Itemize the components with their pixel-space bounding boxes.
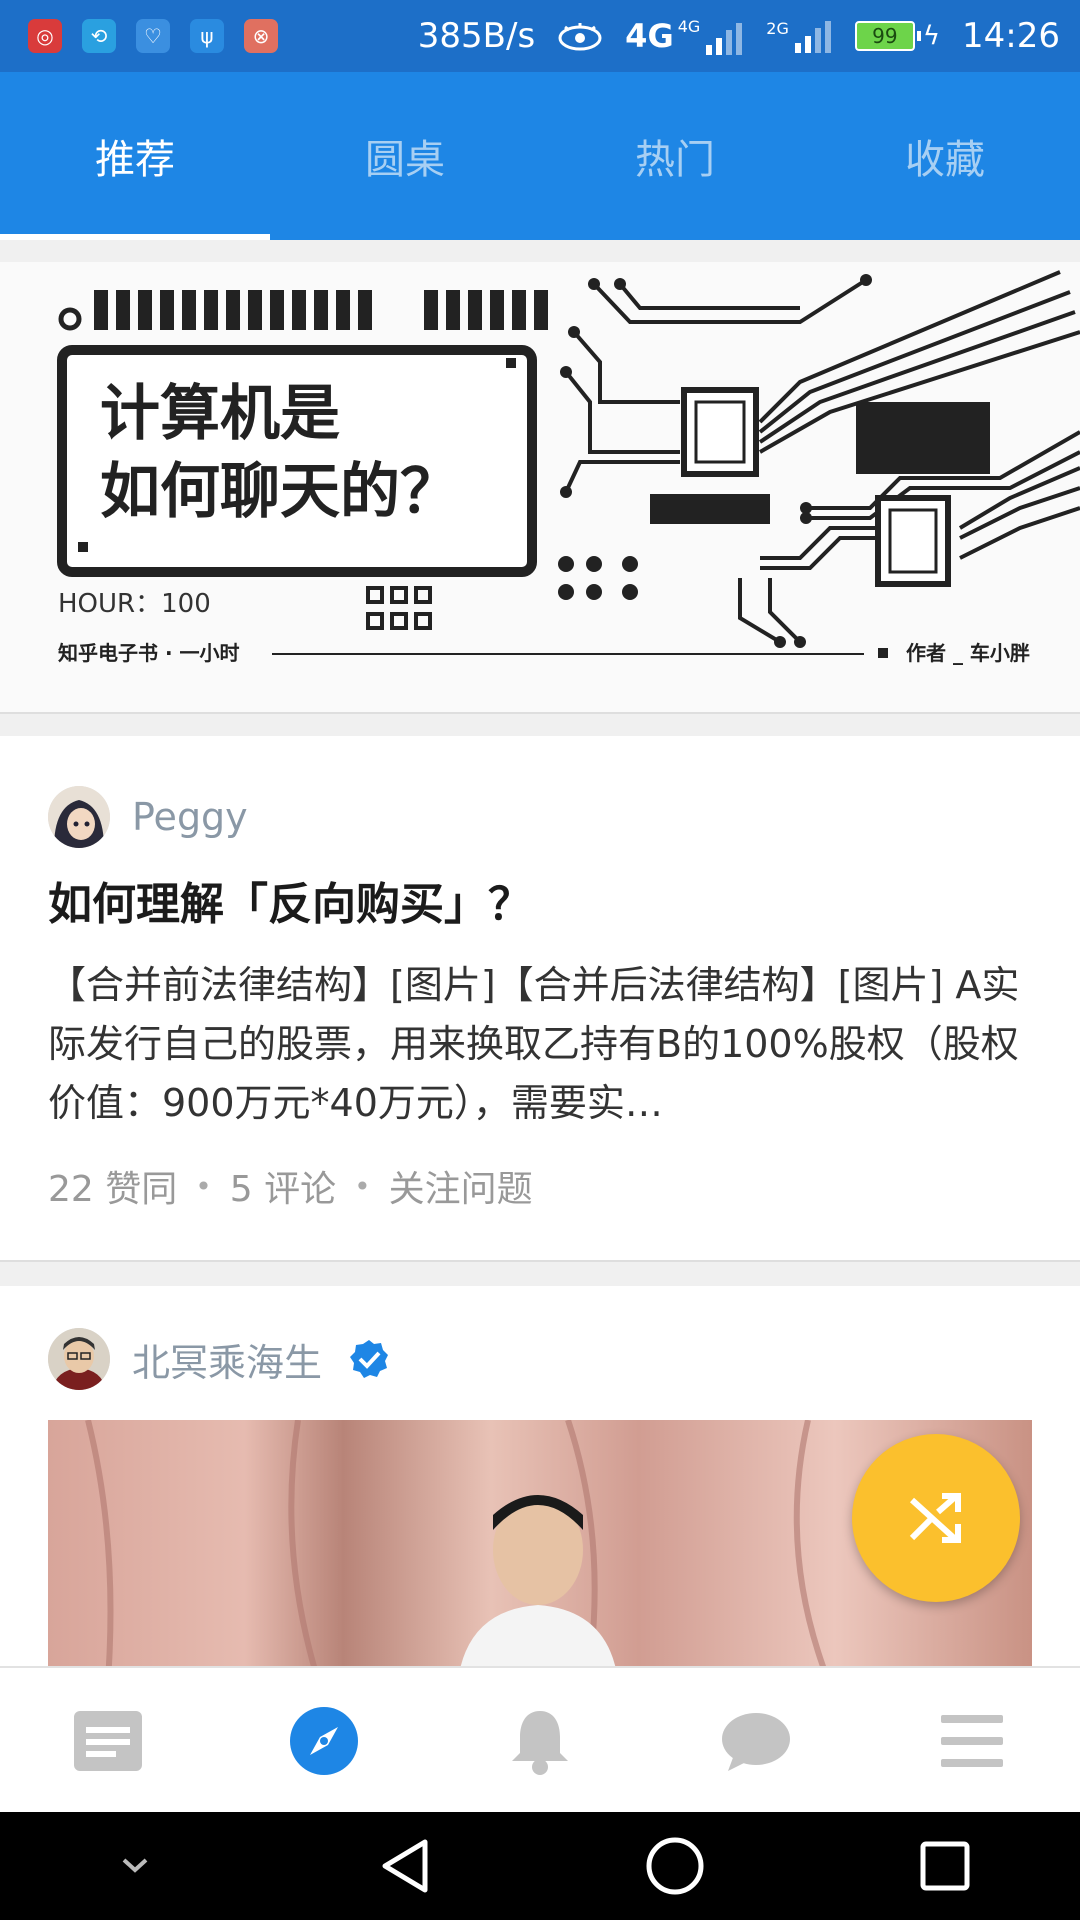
shuffle-icon xyxy=(909,1493,961,1543)
ebook-banner[interactable]: 计算机是 如何聊天的？ HOUR：100 知乎电子书 · 一小时 作者 _ 车小… xyxy=(0,262,1080,714)
like-count: 22 赞同 xyxy=(48,1169,178,1210)
author-name[interactable]: 北冥乘海生 xyxy=(132,1332,322,1387)
author-name[interactable]: Peggy xyxy=(132,795,248,839)
banner-publisher: 知乎电子书 · 一小时 xyxy=(58,641,240,665)
back-button[interactable] xyxy=(345,1816,465,1916)
tab-label: 收藏 xyxy=(905,137,985,183)
sync-icon: ⟲ xyxy=(82,19,116,53)
battery-level: 99 xyxy=(854,21,915,51)
separator-dot: • xyxy=(354,1169,371,1203)
question-title[interactable]: 如何理解「反向购买」？ xyxy=(48,868,532,932)
status-bar: ◎ ⟲ ♡ ψ ⊗ 385B/s 4G 4G 2G 99 ϟ 14:26 xyxy=(0,0,1080,72)
tab-label: 推荐 xyxy=(95,137,175,183)
signal-type-4g-small: 4G xyxy=(677,17,701,36)
battery-icon: 99 ϟ xyxy=(854,21,941,51)
signal-type-4g: 4G xyxy=(625,17,674,55)
card-meta: 22 赞同 • 5 评论 • 关注问题 xyxy=(48,1160,533,1212)
banner-hour: HOUR：100 xyxy=(58,589,211,619)
tab-label: 热门 xyxy=(635,137,715,183)
banner-artwork: 计算机是 如何聊天的？ HOUR：100 知乎电子书 · 一小时 作者 _ 车小… xyxy=(57,270,1080,665)
author-row: 北冥乘海生 xyxy=(48,1328,390,1390)
signal-strength-2-icon xyxy=(794,21,831,53)
nav-menu[interactable] xyxy=(864,1668,1080,1814)
bell-icon xyxy=(512,1711,568,1775)
recents-button[interactable] xyxy=(885,1816,1005,1916)
health-icon: ♡ xyxy=(136,19,170,53)
menu-icon xyxy=(941,1715,1003,1767)
separator-dot: • xyxy=(195,1169,212,1203)
tab-label: 圆桌 xyxy=(365,137,445,183)
home-icon xyxy=(646,1837,704,1895)
home-button[interactable] xyxy=(615,1816,735,1916)
clock: 14:26 xyxy=(962,16,1060,56)
answer-excerpt[interactable]: 【合并前法律结构】[图片]【合并后法律结构】[图片] A实际发行自己的股票，用来… xyxy=(48,956,1038,1133)
avatar[interactable] xyxy=(48,786,110,848)
tab-hot[interactable]: 热门 xyxy=(540,72,810,240)
nav-messages[interactable] xyxy=(648,1668,864,1814)
explore-icon xyxy=(290,1707,358,1775)
random-fab-button[interactable] xyxy=(852,1434,1020,1602)
feed-icon xyxy=(74,1711,142,1771)
nav-feed[interactable] xyxy=(0,1668,216,1814)
signal-strength-icon xyxy=(706,23,743,55)
eye-icon xyxy=(558,23,602,51)
avatar[interactable] xyxy=(48,1328,110,1390)
bottom-navigation xyxy=(0,1666,1080,1814)
chat-icon xyxy=(722,1713,790,1771)
system-navigation-bar xyxy=(0,1812,1080,1920)
author-row: Peggy xyxy=(48,786,248,848)
signal-type-2g: 2G xyxy=(766,19,789,38)
nav-notifications[interactable] xyxy=(432,1668,648,1814)
recents-icon xyxy=(920,1841,970,1891)
top-tab-bar: 推荐 圆桌 热门 收藏 xyxy=(0,72,1080,240)
tab-favorites[interactable]: 收藏 xyxy=(810,72,1080,240)
notification-icons: ◎ ⟲ ♡ ψ ⊗ xyxy=(0,19,278,53)
network-speed: 385B/s xyxy=(417,16,536,56)
follow-question-link[interactable]: 关注问题 xyxy=(389,1160,533,1212)
verified-badge-icon xyxy=(350,1340,389,1378)
banner-author: 作者 _ 车小胖 xyxy=(906,641,1030,665)
tab-recommend[interactable]: 推荐 xyxy=(0,72,270,240)
collapse-icon xyxy=(122,1858,148,1873)
nav-collapse-button[interactable] xyxy=(75,1816,195,1916)
netease-music-icon: ◎ xyxy=(28,19,62,53)
banner-title-line2: 如何聊天的？ xyxy=(100,457,460,527)
back-icon xyxy=(382,1839,428,1893)
tab-roundtable[interactable]: 圆桌 xyxy=(270,72,540,240)
app-icon: ⊗ xyxy=(244,19,278,53)
feed-card[interactable]: Peggy 如何理解「反向购买」？ 【合并前法律结构】[图片]【合并后法律结构】… xyxy=(0,736,1080,1262)
usb-icon: ψ xyxy=(190,19,224,53)
nav-explore[interactable] xyxy=(216,1668,432,1814)
charging-icon: ϟ xyxy=(922,21,941,51)
comment-count[interactable]: 5 评论 xyxy=(230,1160,336,1212)
banner-title-line1: 计算机是 xyxy=(100,379,340,449)
